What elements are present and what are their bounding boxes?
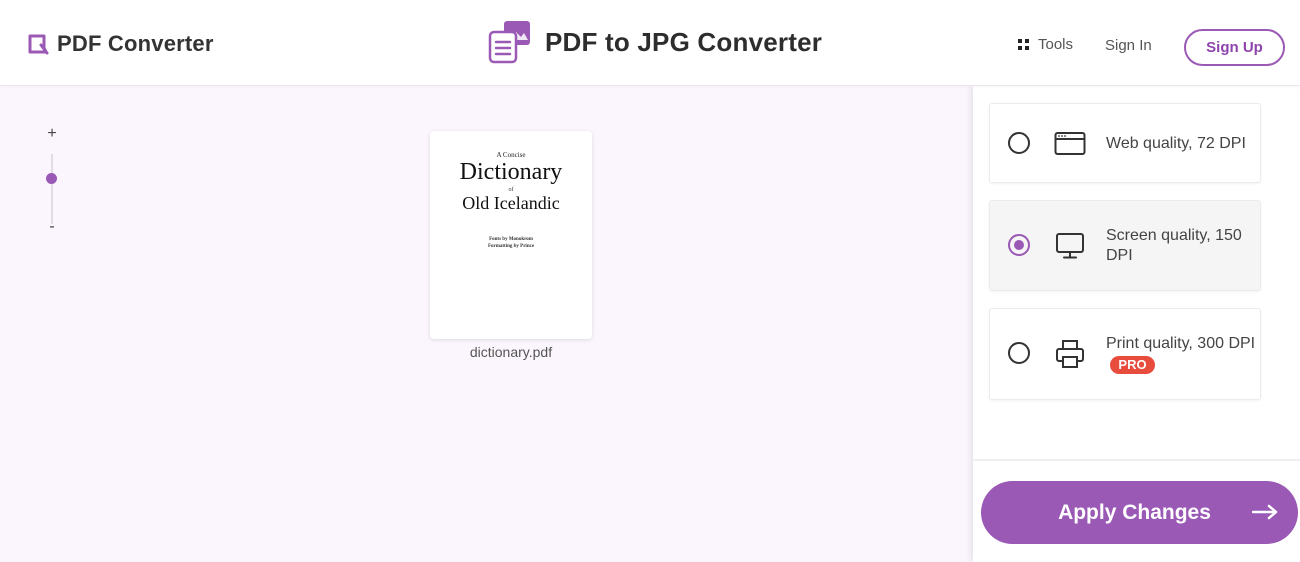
tools-label: Tools: [1038, 36, 1074, 53]
grid-icon: [1018, 39, 1029, 50]
pdf-to-jpg-icon: [488, 21, 530, 64]
page-title-wrap: PDF to JPG Converter: [488, 20, 822, 64]
brand-logo[interactable]: PDF Converter: [27, 29, 214, 59]
brand-name: PDF Converter: [57, 31, 214, 56]
tools-menu[interactable]: Tools: [1018, 36, 1073, 53]
quality-option-web[interactable]: Web quality, 72 DPI: [989, 103, 1261, 183]
header: PDF Converter PDF to JPG Converter Tools…: [0, 0, 1300, 86]
radio-button[interactable]: [1008, 342, 1030, 364]
arrow-right-icon: [1252, 504, 1278, 520]
zoom-slider-handle[interactable]: [46, 173, 57, 184]
zoom-in-button[interactable]: +: [45, 125, 59, 143]
pro-badge: PRO: [1110, 356, 1155, 374]
pdf-converter-logo-icon: [28, 34, 49, 55]
quality-option-label: Web quality, 72 DPI: [1106, 135, 1246, 152]
panel-divider: [973, 459, 1300, 461]
apply-changes-label: Apply Changes: [1058, 501, 1211, 524]
zoom-out-button[interactable]: -: [45, 218, 59, 236]
radio-dot: [1014, 240, 1024, 250]
sign-up-button[interactable]: Sign Up: [1184, 29, 1285, 66]
doc-pre-title: A Concise: [496, 151, 526, 159]
radio-button-selected[interactable]: [1008, 234, 1030, 256]
quality-option-print[interactable]: Print quality, 300 DPI PRO: [989, 308, 1261, 400]
quality-option-label: Print quality, 300 DPI: [1106, 335, 1256, 352]
doc-credit-line2: Formatting by Prince: [487, 244, 535, 249]
quality-option-screen[interactable]: Screen quality, 150 DPI: [989, 200, 1261, 291]
document-filename: dictionary.pdf: [469, 344, 553, 360]
zoom-slider-track[interactable]: [51, 154, 53, 224]
quality-option-label: Screen quality, 150 DPI: [1106, 227, 1242, 264]
doc-title-line2: Old Icelandic: [462, 193, 560, 213]
doc-credit-line1: Fonts by Monokrom: [489, 237, 533, 242]
monitor-icon: [1056, 233, 1084, 259]
page-title: PDF to JPG Converter: [545, 26, 823, 57]
browser-window-icon: [1054, 132, 1086, 155]
printer-icon: [1056, 340, 1084, 368]
doc-title-line1: Dictionary: [459, 159, 563, 185]
radio-button[interactable]: [1008, 132, 1030, 154]
sign-in-link[interactable]: Sign In: [1105, 37, 1152, 54]
document-thumbnail[interactable]: A Concise Dictionary of Old Icelandic Fo…: [430, 131, 592, 339]
apply-changes-button[interactable]: Apply Changes: [981, 481, 1298, 544]
